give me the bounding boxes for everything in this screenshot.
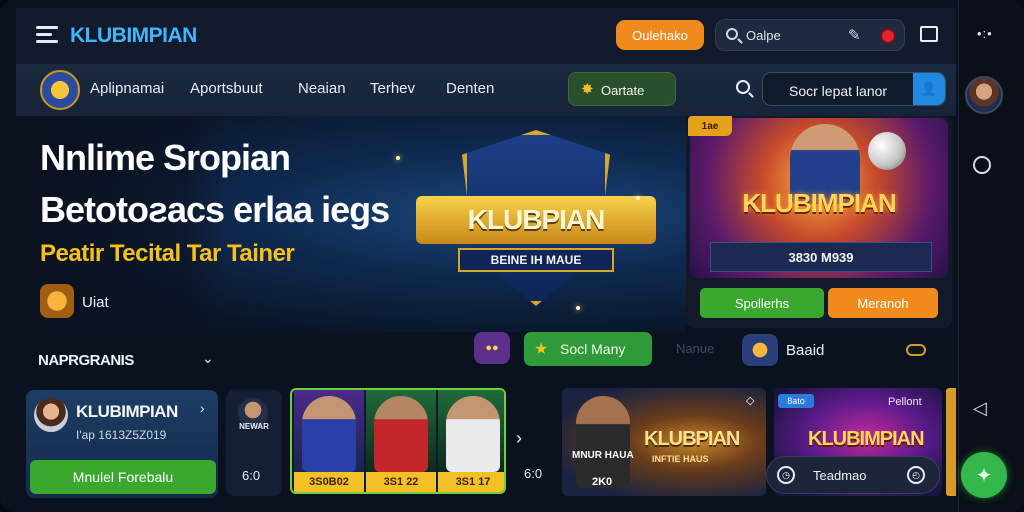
mini-card-count: 6:0 xyxy=(242,468,261,483)
mini-card-label: NEWAR xyxy=(239,422,269,431)
promo-green-button[interactable]: Spollerhs xyxy=(700,288,824,318)
player-tile xyxy=(438,390,504,472)
top-search-text: Oalpe xyxy=(746,28,781,43)
toggle-icon[interactable] xyxy=(906,344,926,356)
window-icon[interactable] xyxy=(920,26,938,42)
chip-image-label[interactable]: Baaid xyxy=(786,342,824,359)
pen-icon[interactable]: ✎ xyxy=(848,26,861,44)
avatar[interactable] xyxy=(965,76,1003,114)
chevron-down-icon[interactable]: ⌄ xyxy=(202,350,214,367)
avatar xyxy=(34,398,68,432)
sparkle-icon xyxy=(396,156,400,160)
profile-sub: I'ap 1613Z5Z019 xyxy=(76,428,167,442)
nav-search-field[interactable]: Socr lepat lanor 👤 xyxy=(762,72,946,106)
coin-icon xyxy=(40,284,74,318)
player-tile xyxy=(294,390,364,472)
ball-icon xyxy=(868,132,906,170)
profile-name: KLUBIMPIAN xyxy=(76,402,178,421)
promo-value-bar: 3830 M939 xyxy=(710,242,932,272)
promo-card[interactable]: KLUBIMPIAN 3830 M939 1ae Spollerhs Meran… xyxy=(686,116,952,328)
nav-search-label: Socr lepat lanor xyxy=(789,83,888,99)
section-title: NAPRGRANIS xyxy=(38,352,134,369)
hero-title-line2: Betotoƨacs erlaa iegs xyxy=(40,189,390,230)
players-card[interactable]: 3S0B02 3S1 22 3S1 17 xyxy=(290,388,506,494)
hero-subtitle: Peatir Tecital Tar Tainer xyxy=(40,240,295,267)
promo-tag: 1ae xyxy=(688,116,732,136)
fab-star-icon[interactable]: ✦ xyxy=(961,452,1007,498)
nav-item-neaian[interactable]: Neaian xyxy=(298,80,346,97)
player-image xyxy=(576,396,630,488)
search-icon[interactable] xyxy=(736,80,750,94)
nav-item-terhev[interactable]: Terhev xyxy=(370,80,415,97)
hamburger-menu-icon[interactable] xyxy=(36,26,58,44)
banner-card-price: 2K0 xyxy=(592,476,613,488)
search-icon xyxy=(726,28,738,40)
hero-crest: KLUBPIAN BEINE IH MAUE xyxy=(416,130,656,310)
hero-title-line1: Nnlime Sropian xyxy=(40,137,291,178)
promo-artwork: KLUBIMPIAN 3830 M939 xyxy=(690,118,948,278)
site-emblem[interactable] xyxy=(40,70,80,110)
banner-card-sub: MNUR HAUA xyxy=(572,450,634,461)
record-icon[interactable] xyxy=(880,28,896,44)
profile-action-button[interactable]: Mnulel Forebalu xyxy=(30,460,216,494)
chip-dim-label[interactable]: Nanue xyxy=(676,341,714,356)
back-triangle-icon[interactable]: ◁ xyxy=(973,398,987,419)
player-tile xyxy=(366,390,436,472)
hero-crest-title: KLUBPIAN xyxy=(416,196,656,244)
timer-icon[interactable]: ◴ xyxy=(907,466,925,484)
magenta-card-title: KLUBIMPIAN xyxy=(808,428,925,450)
app-window: KLUBIMPIAN Oulehako Oalpe ✎ Aplipnamai A… xyxy=(0,0,1024,512)
user-icon[interactable]: 👤 xyxy=(913,73,945,105)
main-nav: Aplipnamai Aportsbuut Neaian Terhev Dent… xyxy=(16,64,956,116)
nav-item-aportsbuut[interactable]: Aportsbuut xyxy=(190,80,263,97)
clock-icon[interactable]: ◷ xyxy=(777,466,795,484)
login-button[interactable]: Oulehako xyxy=(616,20,704,50)
star-icon: ✸ xyxy=(581,81,594,98)
nav-item-denten[interactable]: Denten xyxy=(446,80,494,97)
top-bar: KLUBIMPIAN Oulehako Oalpe ✎ xyxy=(16,8,956,64)
magenta-card-tag: 8ato xyxy=(778,394,814,408)
player-caption: 3S0B02 xyxy=(294,472,364,492)
player-caption: 3S1 17 xyxy=(438,472,504,492)
carousel-count: 6:0 xyxy=(524,466,543,481)
chip-purple-icon[interactable]: ●● xyxy=(474,332,510,364)
player-caption: 3S1 22 xyxy=(366,472,436,492)
promo-title: KLUBIMPIAN xyxy=(742,188,896,218)
nav-green-pill-label: Oartate xyxy=(601,83,645,98)
next-card-peek[interactable] xyxy=(946,388,956,496)
more-dots-icon[interactable]: •:• xyxy=(977,26,993,41)
mini-card[interactable]: NEWAR 6:0 xyxy=(226,390,282,496)
toast-bar[interactable]: ◷ Teadmao ◴ xyxy=(766,456,940,494)
magenta-card-top-label: Pellont xyxy=(888,396,922,408)
profile-card[interactable]: KLUBIMPIAN › I'ap 1613Z5Z019 Mnulel Fore… xyxy=(26,390,218,498)
home-circle-icon[interactable] xyxy=(973,156,991,174)
chevron-right-icon[interactable]: › xyxy=(200,400,205,416)
hero-banner[interactable]: KLUBPIAN BEINE IH MAUE Nnlime Sropian Be… xyxy=(16,116,686,332)
sparkle-icon xyxy=(576,306,580,310)
player-image xyxy=(374,396,428,472)
nav-item-aplipnamai[interactable]: Aplipnamai xyxy=(90,80,164,97)
chevron-right-icon[interactable]: › xyxy=(516,428,522,449)
banner-card-ribbon: INFTIE HAUS xyxy=(652,454,709,464)
chip-green[interactable]: ★ Socl Many xyxy=(524,332,652,366)
banner-card-title: KLUBPIAN xyxy=(644,428,740,450)
promo-orange-button[interactable]: Meranoh xyxy=(828,288,938,318)
chip-game-icon[interactable] xyxy=(742,334,778,366)
star-icon: ★ xyxy=(534,341,549,358)
right-rail: •:• ◁ ✦ xyxy=(958,0,1024,512)
diamond-icon: ◇ xyxy=(746,395,755,407)
toast-label: Teadmao xyxy=(813,468,867,483)
hero-coin-label: Uiat xyxy=(82,294,109,311)
player-image xyxy=(446,396,500,472)
brand-logo[interactable]: KLUBIMPIAN xyxy=(70,24,197,48)
top-search-field[interactable]: Oalpe ✎ xyxy=(715,19,905,51)
chip-green-label: Socl Many xyxy=(560,341,626,357)
hero-crest-subtitle: BEINE IH MAUE xyxy=(458,248,614,272)
nav-green-pill[interactable]: ✸ Oartate xyxy=(568,72,676,106)
banner-card[interactable]: KLUBPIAN MNUR HAUA INFTIE HAUS 2K0 ◇ xyxy=(562,388,766,496)
player-image xyxy=(302,396,356,472)
sparkle-icon xyxy=(636,196,640,200)
